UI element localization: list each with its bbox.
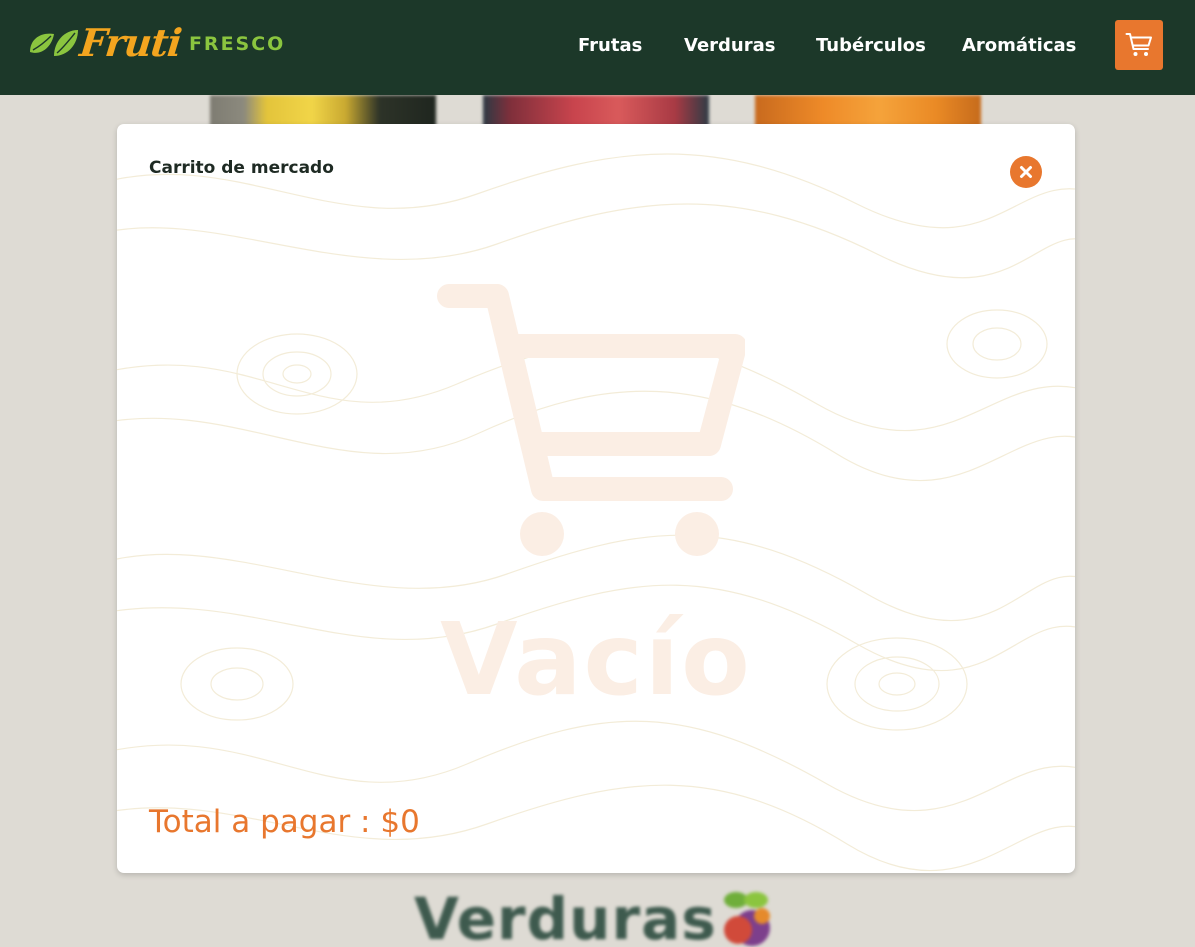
- empty-cart-label: Vacío: [440, 601, 752, 718]
- empty-cart-icon: [437, 284, 745, 556]
- close-icon: [1020, 166, 1032, 178]
- cart-modal: Carrito de mercado Vacío Total a pagar :…: [117, 124, 1075, 873]
- cart-modal-title: Carrito de mercado: [149, 158, 334, 178]
- brand-name-script: Fruti: [77, 20, 184, 65]
- nav-link-aromaticas[interactable]: Aromáticas: [962, 35, 1076, 56]
- section-heading-verduras: Verduras: [414, 885, 717, 947]
- nav-link-verduras[interactable]: Verduras: [684, 35, 775, 56]
- cart-button[interactable]: [1115, 20, 1163, 70]
- close-cart-button[interactable]: [1010, 156, 1042, 188]
- vegetables-icon: [724, 892, 770, 946]
- brand-name-caps: FRESCO: [188, 33, 286, 55]
- shopping-cart-icon: [1125, 33, 1152, 56]
- nav-link-frutas[interactable]: Frutas: [578, 35, 642, 56]
- site-header: Fruti FRESCO Frutas Verduras Tubérculos …: [0, 0, 1195, 95]
- brand-logo[interactable]: Fruti FRESCO: [28, 18, 285, 68]
- nav-link-tuberculos[interactable]: Tubérculos: [816, 35, 926, 56]
- leaves-icon: [30, 30, 78, 56]
- cart-total: Total a pagar : $0: [149, 804, 420, 840]
